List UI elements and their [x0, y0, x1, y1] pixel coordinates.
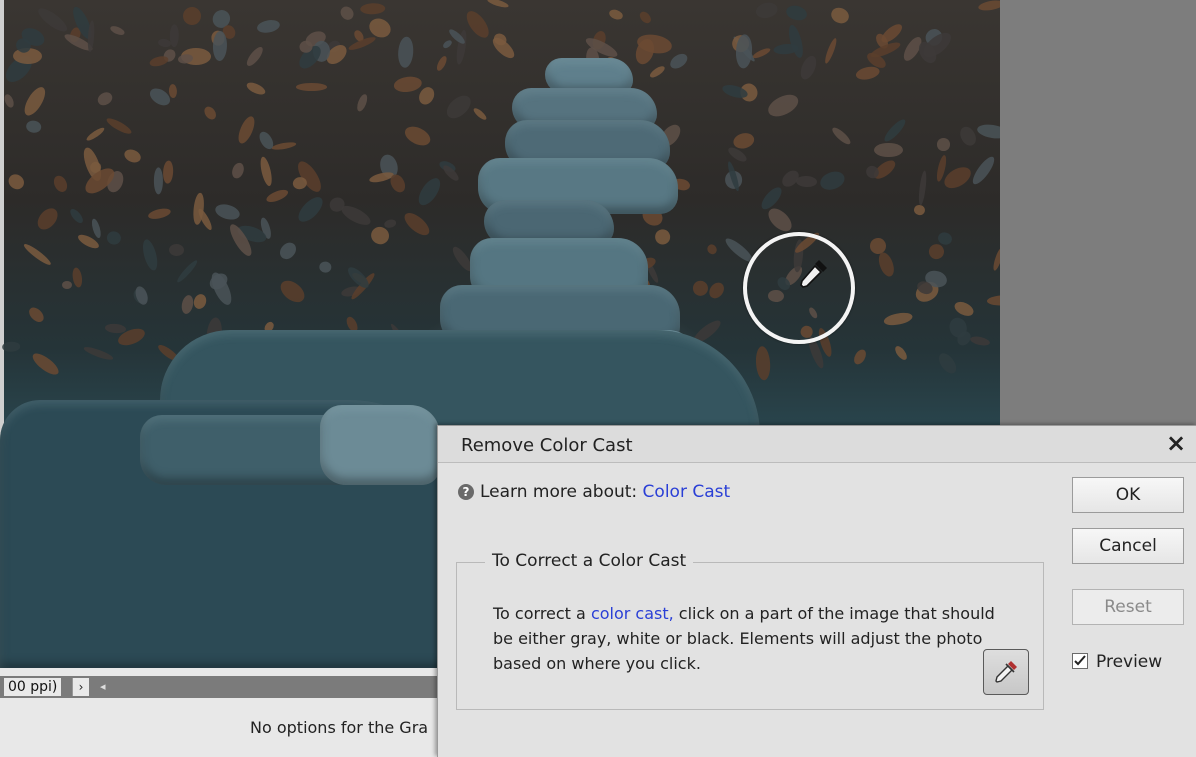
instructions-text: To correct a color cast, click on a part… — [493, 601, 1013, 676]
preview-label: Preview — [1096, 652, 1163, 672]
tool-options-bar: No options for the Gra — [0, 700, 445, 756]
color-cast-link[interactable]: color cast, — [591, 604, 674, 623]
eyedropper-cursor-icon — [800, 260, 827, 288]
tool-options-message: No options for the Gra — [250, 718, 429, 737]
dialog-titlebar[interactable]: Remove Color Cast × — [438, 426, 1196, 463]
preview-checkbox-row[interactable]: Preview — [1072, 652, 1162, 672]
document-info-text: 00 ppi) — [4, 678, 62, 696]
eyedropper-icon — [995, 661, 1017, 683]
preview-checkbox[interactable] — [1072, 653, 1088, 669]
scroll-left-arrow[interactable]: ◂ — [100, 678, 106, 696]
help-row: ? Learn more about: Color Cast — [458, 482, 730, 502]
checkmark-icon — [1074, 655, 1086, 666]
workspace-background — [1000, 0, 1196, 425]
question-circle-icon: ? — [458, 484, 474, 500]
cancel-button[interactable]: Cancel — [1072, 528, 1184, 564]
status-menu-arrow[interactable]: › — [72, 678, 89, 696]
close-icon[interactable]: × — [1163, 430, 1189, 456]
dialog-title: Remove Color Cast — [461, 435, 633, 456]
correct-color-cast-group: To Correct a Color Cast To correct a col… — [456, 551, 1044, 710]
instructions-prefix: To correct a — [493, 604, 591, 623]
remove-color-cast-dialog: Remove Color Cast × ? Learn more about: C… — [437, 425, 1196, 757]
eyedropper-button[interactable] — [983, 649, 1029, 695]
canvas-status-bar: 00 ppi) › ◂ — [0, 676, 445, 698]
help-prefix-text: Learn more about: — [480, 482, 643, 502]
ok-button[interactable]: OK — [1072, 477, 1184, 513]
group-title: To Correct a Color Cast — [485, 551, 694, 571]
sample-cursor-ring — [743, 232, 855, 344]
color-cast-help-link[interactable]: Color Cast — [643, 482, 731, 502]
reset-button[interactable]: Reset — [1072, 589, 1184, 625]
